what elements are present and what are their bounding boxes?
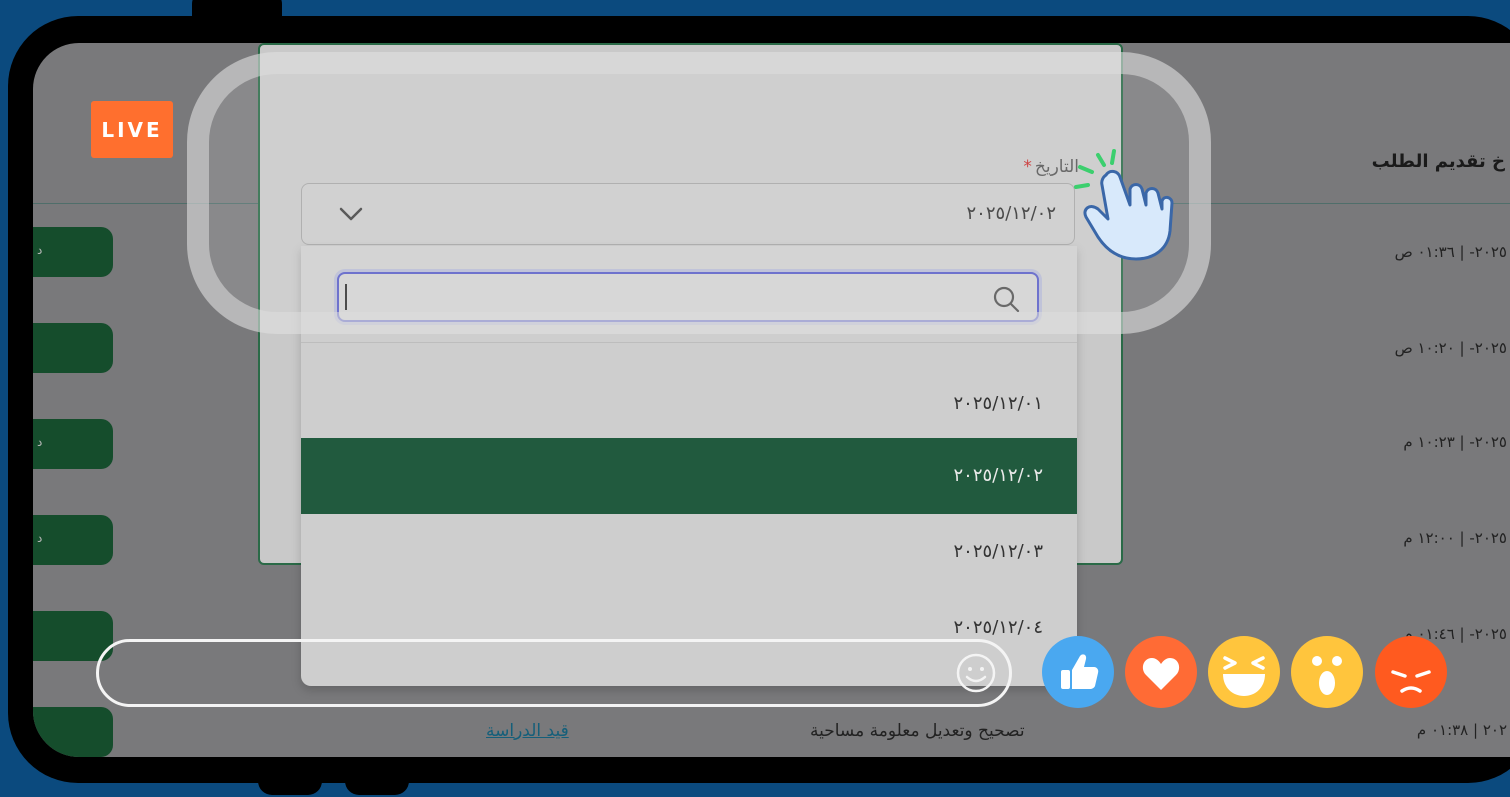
tap-hand-icon [1074,149,1174,261]
like-reaction-button[interactable] [1042,636,1114,708]
row-action-button[interactable] [33,707,113,757]
row-action-button[interactable]: د [33,227,113,277]
angry-reaction-button[interactable] [1375,636,1447,708]
row-action-button[interactable]: د [33,515,113,565]
highlight-ring [187,52,1211,334]
comment-input[interactable] [96,639,1012,707]
row-action-label: د [37,531,43,545]
dropdown-divider [301,342,1077,343]
live-badge: LIVE [91,101,173,158]
date-option-selected[interactable]: ٢٠٢٥/١٢/٠٢ [301,438,1077,514]
laughing-face-icon [1208,636,1280,708]
row-action-label: د [37,243,43,257]
table-cell-date: ٢٠٢٥- | ١٢:٠٠ م [1403,529,1507,547]
date-option[interactable]: ٢٠٢٥/١٢/٠٣ [301,514,1077,590]
smile-icon[interactable] [955,652,997,694]
row-action-label: د [37,435,43,449]
table-header-submission-date: خ تقديم الطلب [1371,151,1505,172]
row-action-button[interactable] [33,323,113,373]
table-cell-date: ٢٠٢٥- | ١٠:٢٣ م [1403,433,1507,451]
wow-reaction-button[interactable] [1291,636,1363,708]
row-action-button[interactable]: د [33,419,113,469]
table-cell-date: ٢٠٢ | ٠١:٣٨ م [1416,721,1507,739]
haha-reaction-button[interactable] [1208,636,1280,708]
love-reaction-button[interactable] [1125,636,1197,708]
table-cell-date: ٢٠٢٥- | ٠١:٣٦ ص [1394,243,1507,261]
angry-face-icon [1375,636,1447,708]
thumbs-up-icon [1042,636,1114,708]
table-cell-service: تصحيح وتعديل معلومة مساحية [810,721,1025,741]
surprised-face-icon [1291,636,1363,708]
table-cell-status-link[interactable]: قيد الدراسة [486,721,569,741]
date-option[interactable]: ٢٠٢٥/١٢/٠١ [301,366,1077,442]
table-cell-date: ٢٠٢٥- | ١٠:٢٠ ص [1394,339,1507,357]
heart-icon [1125,636,1197,708]
